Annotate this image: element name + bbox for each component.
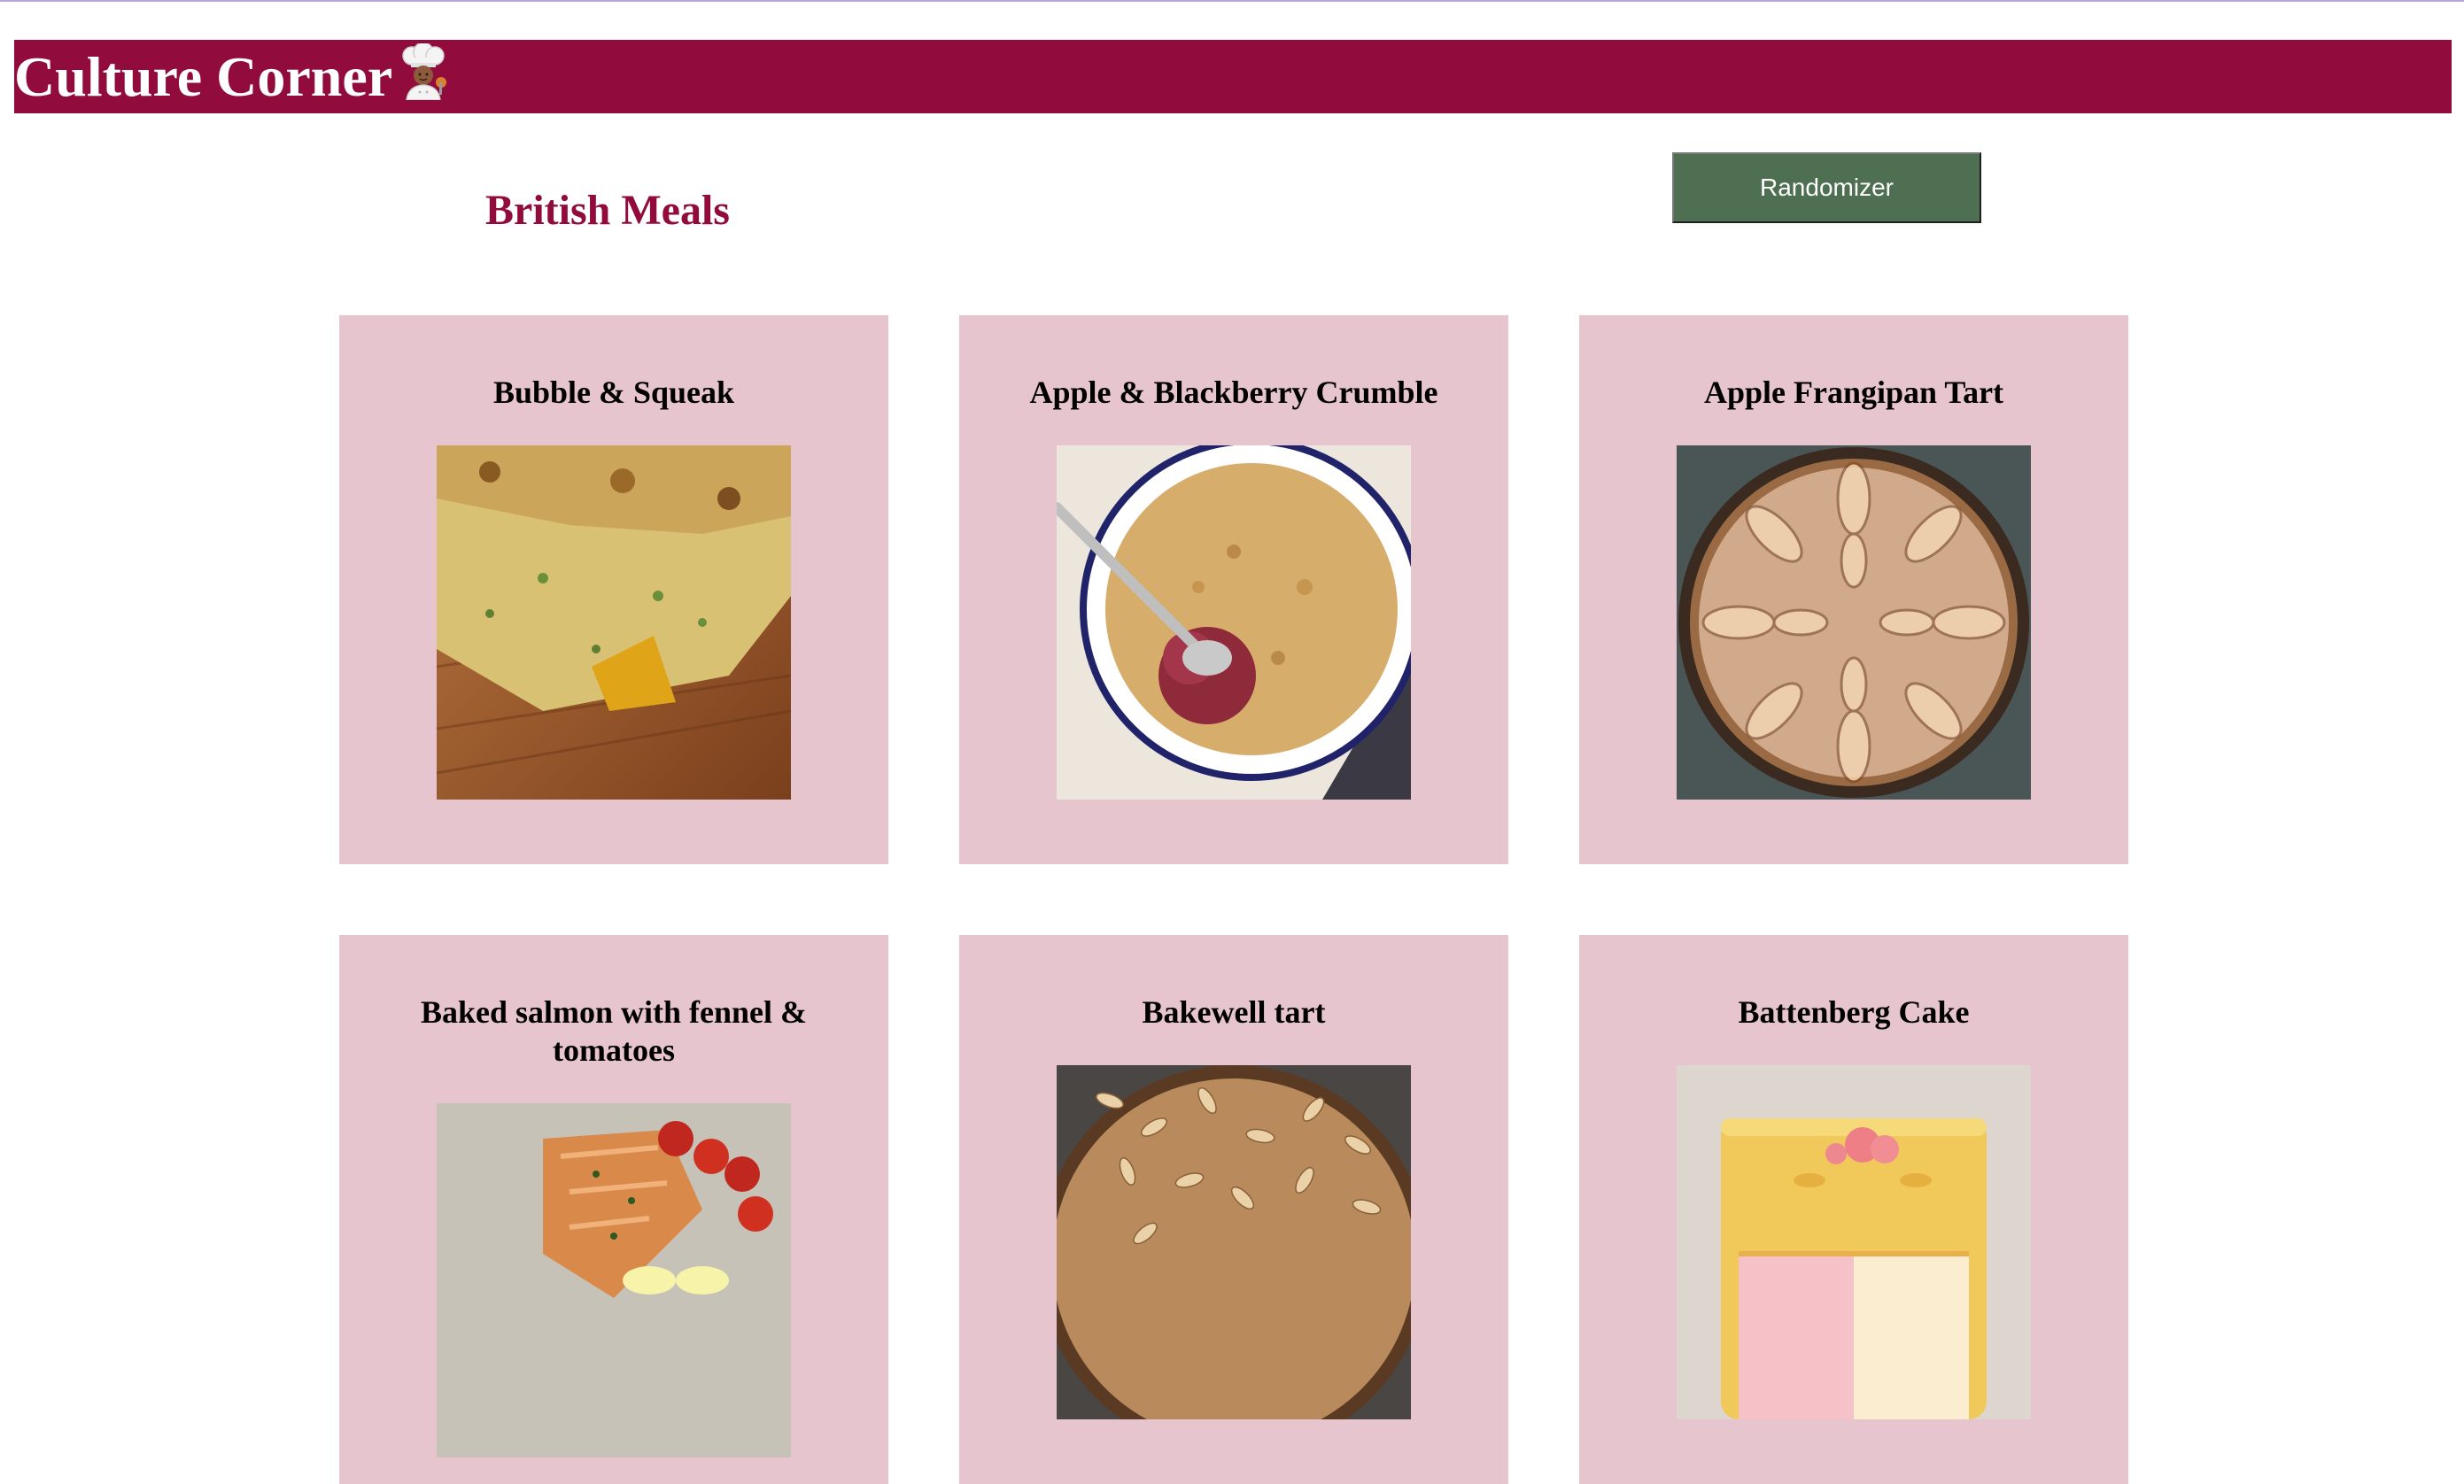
site-title-text: Culture Corner [14,44,393,108]
meal-card-title: Bubble & Squeak [492,375,735,410]
meal-card-apple-frangipan-tart[interactable]: Apple Frangipan Tart [1579,315,2128,864]
site-title: Culture Corner [14,42,449,110]
bubble-squeak-photo[interactable] [437,445,791,800]
meal-card-title: Baked salmon with fennel & tomatoes [420,994,808,1068]
window-top-border [0,0,2464,2]
chef-icon [398,42,449,110]
apple-blackberry-crumble-photo[interactable] [1057,445,1411,800]
battenberg-cake-photo[interactable] [1677,1065,2031,1419]
meal-card-title: Bakewell tart [1142,994,1326,1030]
site-header: Culture Corner [14,40,2452,113]
meal-card-title: Apple & Blackberry Crumble [1029,375,1438,410]
baked-salmon-photo[interactable] [437,1103,791,1457]
bakewell-tart-photo[interactable] [1057,1065,1411,1419]
meal-card-baked-salmon[interactable]: Baked salmon with fennel & tomatoes [339,935,888,1484]
meal-card-title: Apple Frangipan Tart [1703,375,2004,410]
meal-card-title: Battenberg Cake [1738,994,1970,1030]
meal-card-bubble-squeak[interactable]: Bubble & Squeak [339,315,888,864]
meal-card-bakewell-tart[interactable]: Bakewell tart [959,935,1508,1484]
meal-card-apple-blackberry-crumble[interactable]: Apple & Blackberry Crumble [959,315,1508,864]
page-heading: British Meals [485,187,730,234]
randomizer-button[interactable]: Randomizer [1672,152,1981,223]
meal-card-battenberg-cake[interactable]: Battenberg Cake [1579,935,2128,1484]
apple-frangipan-tart-photo[interactable] [1677,445,2031,800]
